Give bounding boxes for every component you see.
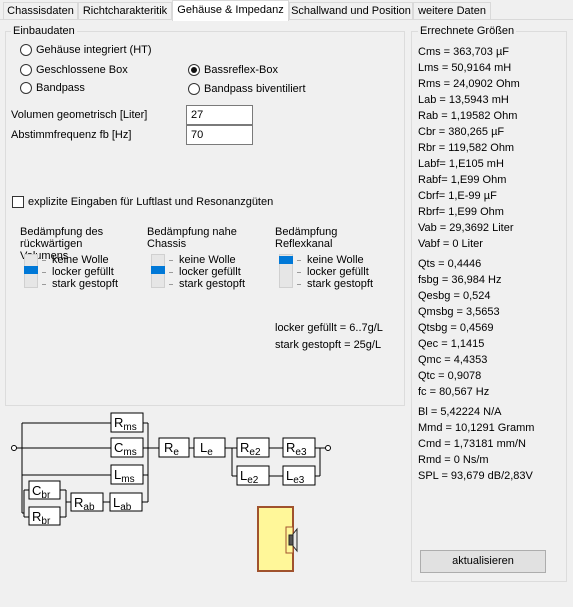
damping-rear-opt-2: stark gestopft xyxy=(52,278,119,290)
volume-label: Volumen geometrisch [Liter] xyxy=(11,109,148,121)
result-line: Qec = 1,1415 xyxy=(418,338,485,350)
damping-chassis-opt-0: keine Wolle xyxy=(179,254,236,266)
result-line: Cbr = 380,265 µF xyxy=(418,126,505,138)
result-line: Vabf = 0 Liter xyxy=(418,238,483,250)
damping-chassis-opt-1: locker gefüllt xyxy=(179,266,241,278)
result-line: Qts = 0,4446 xyxy=(418,258,482,270)
damping-rear-title-2: rückwärtigen xyxy=(20,238,83,250)
damping-rear-slider-thumb[interactable] xyxy=(24,266,38,274)
damping-note-1: locker gefüllt = 6..7g/L xyxy=(275,322,383,334)
damping-note-2: stark gestopft = 25g/L xyxy=(275,339,382,351)
einbaudaten-legend: Einbaudaten xyxy=(11,25,77,37)
damping-chassis-ticks xyxy=(169,260,174,296)
tab-schallwand-position[interactable]: Schallwand und Position xyxy=(289,2,413,19)
result-line: Rms = 24,0902 Ohm xyxy=(418,78,520,90)
result-line: SPL = 93,679 dB/2,83V xyxy=(418,470,533,482)
result-line: Vab = 29,3692 Liter xyxy=(418,222,514,234)
tab-bar: Chassisdaten Richtcharakteritik Gehäuse … xyxy=(0,0,573,21)
result-line: Cms = 363,703 µF xyxy=(418,46,510,58)
damping-reflex-slider-thumb[interactable] xyxy=(279,256,293,264)
result-line: Lms = 50,9164 mH xyxy=(418,62,512,74)
radio-label-geschlossene-box: Geschlossene Box xyxy=(36,64,128,76)
result-line: Cmd = 1,73181 mm/N xyxy=(418,438,526,450)
damping-chassis-title-1: Bedämpfung nahe xyxy=(147,226,237,238)
damping-reflex-opt-2: stark gestopft xyxy=(307,278,374,290)
radio-bandpass[interactable] xyxy=(20,82,32,94)
explicit-label: explizite Eingaben für Luftlast und Reso… xyxy=(28,196,274,208)
radio-label-bandpass: Bandpass xyxy=(36,82,85,94)
result-line: Qmsbg = 3,5653 xyxy=(418,306,500,318)
radio-geschlossene-box[interactable] xyxy=(20,64,32,76)
damping-reflex-opt-0: keine Wolle xyxy=(307,254,364,266)
damping-reflex-title-1: Bedämpfung xyxy=(275,226,338,238)
damping-rear-opt-0: keine Wolle xyxy=(52,254,109,266)
radio-label-gehaeuse-integriert: Gehäuse integriert (HT) xyxy=(36,44,152,56)
result-line: Rabf= 1,E99 Ohm xyxy=(418,174,507,186)
damping-chassis-title-2: Chassis xyxy=(147,238,187,250)
result-line: Rmd = 0 Ns/m xyxy=(418,454,489,466)
tab-weitere-daten[interactable]: weitere Daten xyxy=(413,2,491,19)
damping-chassis-slider-thumb[interactable] xyxy=(151,266,165,274)
result-line: Rbr = 119,582 Ohm xyxy=(418,142,515,154)
damping-chassis-opt-2: stark gestopft xyxy=(179,278,246,290)
damping-rear-slider[interactable] xyxy=(24,254,38,288)
damping-reflex-title-2: Reflexkanal xyxy=(275,238,333,250)
damping-reflex-slider[interactable] xyxy=(279,254,293,288)
result-line: Lab = 13,5943 mH xyxy=(418,94,509,106)
tab-gehaeuse-impedanz[interactable]: Gehäuse & Impedanz xyxy=(172,0,289,21)
enclosure-icon xyxy=(257,506,298,572)
fb-label: Abstimmfrequenz fb [Hz] xyxy=(11,129,132,141)
result-line: Mmd = 10,1291 Gramm xyxy=(418,422,535,434)
result-line: Rab = 1,19582 Ohm xyxy=(418,110,518,122)
update-button[interactable]: aktualisieren xyxy=(420,550,546,573)
radio-label-bassreflex-box: Bassreflex-Box xyxy=(204,64,278,76)
equivalent-circuit-diagram: Rms Cms Lms Re Le Re2 Re3 Le2 Le3 Cbr Rb… xyxy=(11,412,331,527)
damping-reflex-opt-1: locker gefüllt xyxy=(307,266,369,278)
result-line: Qtsbg = 0,4569 xyxy=(418,322,494,334)
damping-chassis-slider[interactable] xyxy=(151,254,165,288)
damping-rear-opt-1: locker gefüllt xyxy=(52,266,114,278)
radio-bandpass-biventiliert[interactable] xyxy=(188,83,200,95)
fb-input[interactable] xyxy=(186,125,253,145)
result-line: Rbrf= 1,E99 Ohm xyxy=(418,206,504,218)
damping-rear-title-1: Bedämpfung des xyxy=(20,226,104,238)
radio-bassreflex-box[interactable] xyxy=(188,64,200,76)
explicit-checkbox[interactable] xyxy=(12,196,24,208)
damping-rear-ticks xyxy=(42,260,47,296)
radio-gehaeuse-integriert[interactable] xyxy=(20,44,32,56)
result-line: fsbg = 36,984 Hz xyxy=(418,274,502,286)
result-line: Cbrf= 1,E-99 µF xyxy=(418,190,497,202)
result-line: fc = 80,567 Hz xyxy=(418,386,490,398)
volume-input[interactable] xyxy=(186,105,253,125)
result-line: Qesbg = 0,524 xyxy=(418,290,491,302)
radio-label-bandpass-biventiliert: Bandpass biventiliert xyxy=(204,83,306,95)
result-line: Bl = 5,42224 N/A xyxy=(418,406,502,418)
result-line: Qtc = 0,9078 xyxy=(418,370,482,382)
tab-richtcharakteritik[interactable]: Richtcharakteritik xyxy=(78,2,172,19)
damping-reflex-ticks xyxy=(297,260,302,296)
results-legend: Errechnete Größen xyxy=(418,25,517,37)
result-line: Labf= 1,E105 mH xyxy=(418,158,504,170)
result-line: Qmc = 4,4353 xyxy=(418,354,488,366)
tab-chassisdaten[interactable]: Chassisdaten xyxy=(3,2,78,19)
